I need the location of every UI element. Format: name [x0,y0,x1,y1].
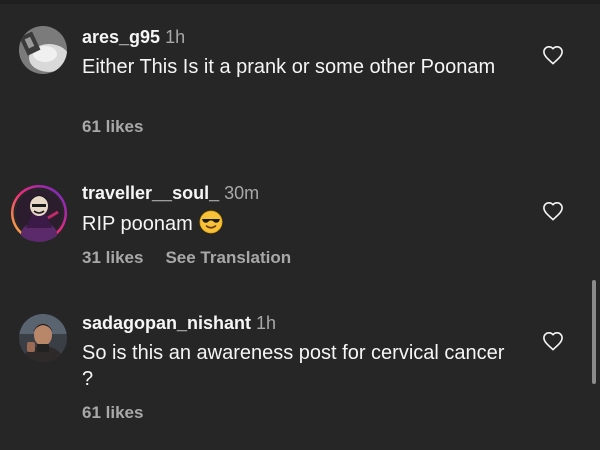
smiling-face-with-sunglasses-icon [199,210,223,234]
heart-outline-icon[interactable] [542,45,564,65]
avatar[interactable] [19,314,67,362]
comment-item: traveller__soul_ 30m RIP poonam 31 likes S… [0,150,600,300]
username[interactable]: traveller__soul_ [82,183,219,203]
timestamp: 1h [256,313,277,333]
likes-count[interactable]: 61 likes [82,403,143,422]
heart-outline-icon[interactable] [542,201,564,221]
comment-text: So is this an awareness post for cervica… [82,342,505,390]
comment-header: sadagopan_nishant 1h [82,312,276,334]
timestamp: 30m [224,183,260,203]
avatar[interactable] [19,26,67,74]
avatar-story-ring[interactable] [10,184,68,242]
comment-header: ares_g95 1h [82,26,185,48]
scrollbar[interactable] [592,280,596,384]
likes-count[interactable]: 61 likes [82,117,143,136]
comment-item: sadagopan_nishant 1h So is this an awaren… [0,300,600,450]
timestamp: 1h [165,27,186,47]
heart-outline-icon[interactable] [542,331,564,351]
comment-meta: 61 likes [82,402,143,424]
comment-text-content: RIP poonam [82,213,193,235]
see-translation-link[interactable]: See Translation [165,248,291,267]
comment-meta: 31 likes See Translation [82,247,291,269]
comment-item: ares_g95 1h Either This Is it a prank or … [0,0,600,150]
comment-header: traveller__soul_ 30m [82,182,259,204]
username[interactable]: ares_g95 [82,27,160,47]
username[interactable]: sadagopan_nishant [82,313,251,333]
likes-count[interactable]: 31 likes [82,248,143,267]
comment-text: Either This Is it a prank or some other … [82,56,496,78]
comment-text: RIP poonam [82,210,512,237]
comment-meta: 61 likes [82,116,143,138]
